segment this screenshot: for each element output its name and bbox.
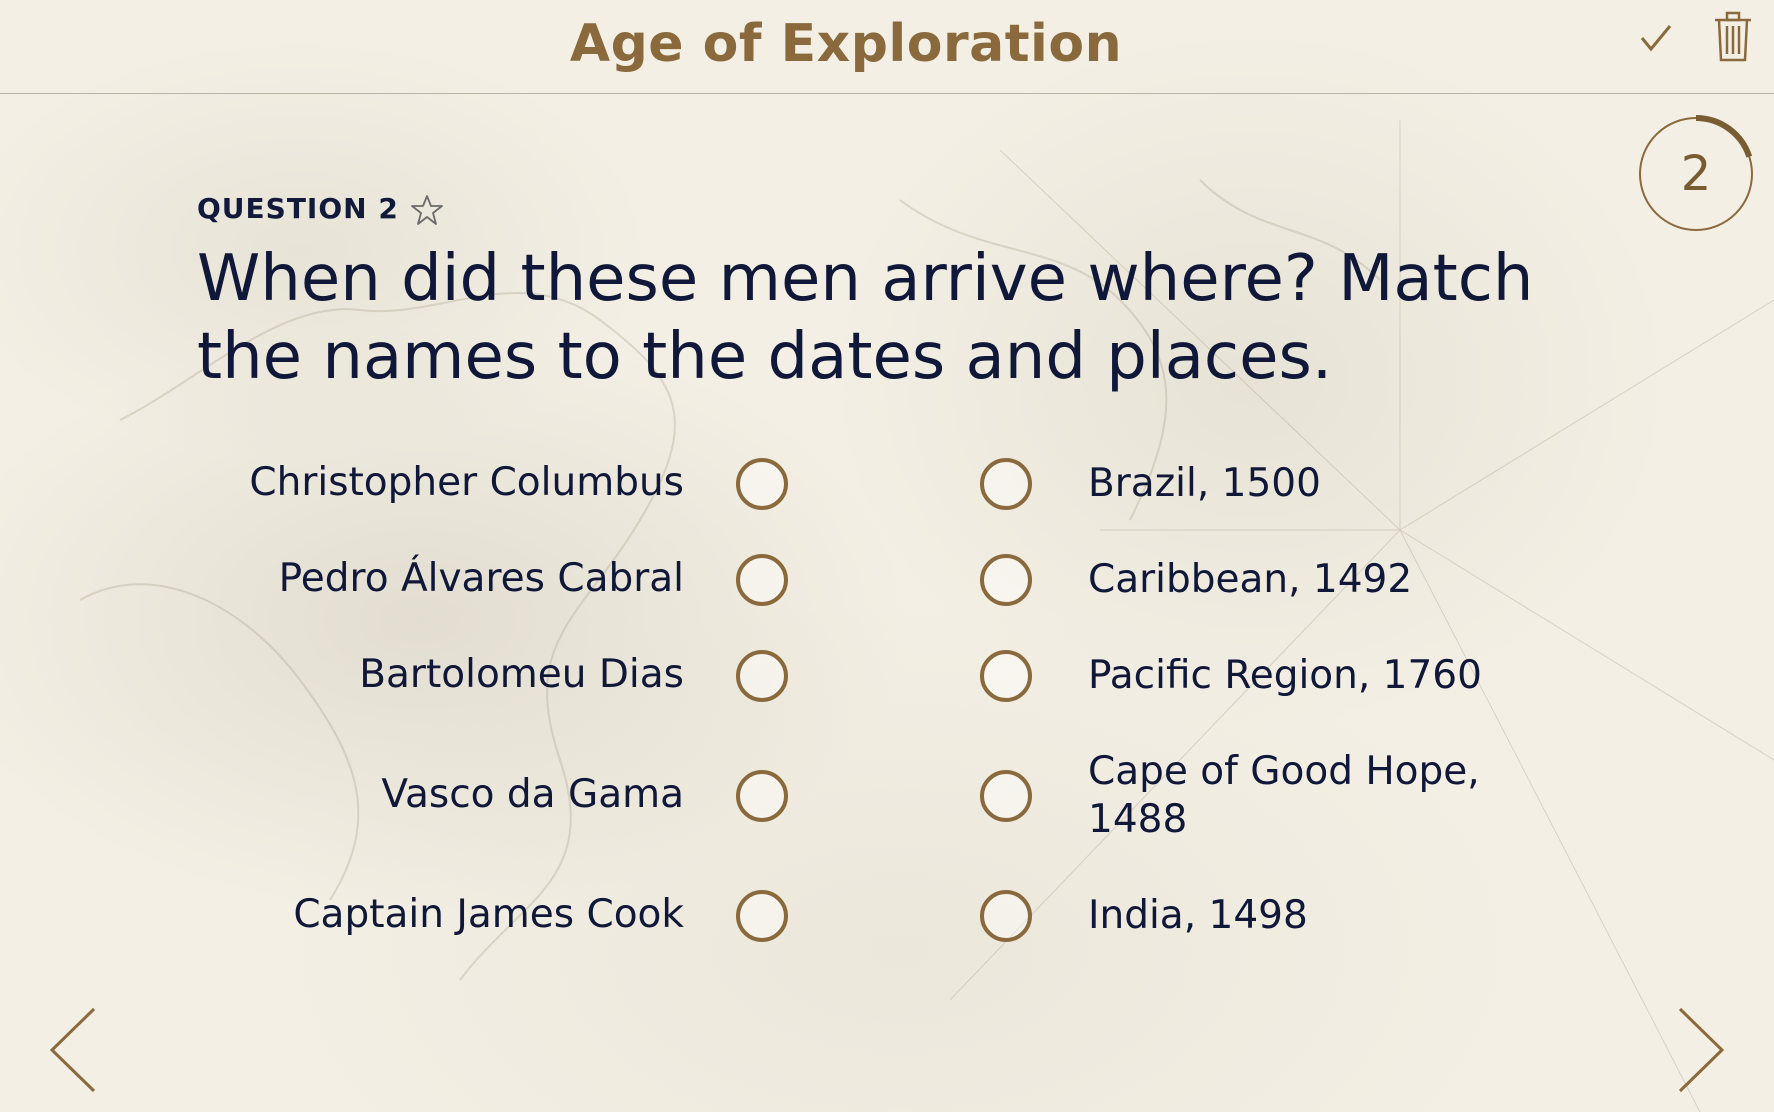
chevron-left-icon [49, 1007, 96, 1093]
next-button[interactable] [1672, 1005, 1728, 1095]
question-label: QUESTION 2 [197, 192, 399, 225]
right-item-2: Caribbean, 1492 [1088, 557, 1413, 602]
left-item-3: Bartolomeu Dias [359, 652, 684, 697]
header-bar: Age of Exploration [0, 0, 1774, 94]
left-match-radio-4[interactable] [736, 770, 788, 822]
left-match-radio-2[interactable] [736, 554, 788, 606]
left-item-1: Christopher Columbus [249, 460, 684, 505]
left-match-radio-1[interactable] [736, 458, 788, 510]
left-item-2: Pedro Álvares Cabral [278, 556, 684, 601]
left-match-radio-3[interactable] [736, 650, 788, 702]
previous-button[interactable] [46, 1005, 102, 1095]
right-item-3: Pacific Region, 1760 [1088, 653, 1482, 698]
left-item-5: Captain James Cook [293, 892, 684, 937]
left-match-radio-5[interactable] [736, 890, 788, 942]
check-icon [1640, 25, 1672, 52]
right-item-4: Cape of Good Hope, 1488 [1088, 749, 1480, 842]
trash-button[interactable] [1712, 10, 1754, 64]
chevron-right-icon [1678, 1007, 1725, 1093]
bookmark-star-button[interactable] [410, 193, 444, 227]
right-match-radio-3[interactable] [980, 650, 1032, 702]
check-button[interactable] [1636, 18, 1676, 58]
right-match-radio-4[interactable] [980, 770, 1032, 822]
star-icon [411, 195, 443, 225]
right-match-radio-1[interactable] [980, 458, 1032, 510]
question-counter: 2 [1632, 110, 1760, 238]
right-match-radio-2[interactable] [980, 554, 1032, 606]
right-match-radio-5[interactable] [980, 890, 1032, 942]
left-item-4: Vasco da Gama [381, 772, 684, 817]
trash-icon [1715, 11, 1751, 62]
right-item-1: Brazil, 1500 [1088, 461, 1321, 506]
question-number: 2 [1680, 146, 1712, 202]
right-item-5: India, 1498 [1088, 893, 1308, 938]
question-text: When did these men arrive where? Match t… [197, 242, 1534, 394]
page-title: Age of Exploration [569, 14, 1123, 74]
